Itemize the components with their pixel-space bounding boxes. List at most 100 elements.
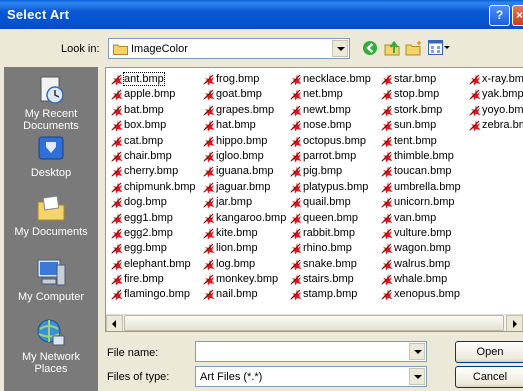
place-my-computer[interactable]: My Computer: [4, 257, 98, 307]
file-name: grapes.bmp: [216, 103, 275, 116]
paint-bitmap-icon: [289, 73, 302, 89]
paint-bitmap-icon: [202, 104, 215, 120]
paint-bitmap-icon: [468, 104, 481, 120]
folder-icon: [113, 43, 128, 58]
file-name: unicorn.bmp: [394, 196, 455, 209]
file-name: octopus.bmp: [303, 134, 366, 147]
file-name: tent.bmp: [394, 134, 437, 147]
file-name: sun.bmp: [394, 119, 437, 132]
file-name: zebra.bmp: [482, 119, 523, 132]
paint-bitmap-icon: [202, 119, 215, 135]
file-name: toucan.bmp: [394, 165, 452, 178]
paint-bitmap-icon: [110, 242, 123, 258]
paint-bitmap-icon: [380, 165, 393, 181]
file-name: jar.bmp: [216, 196, 253, 209]
cancel-button[interactable]: Cancel: [455, 366, 523, 388]
paint-bitmap-icon: [380, 150, 393, 166]
file-type-dropdown[interactable]: Art Files (*.*): [195, 366, 427, 387]
paint-bitmap-icon: [202, 242, 215, 258]
file-name: lion.bmp: [216, 242, 258, 255]
paint-bitmap-icon: [202, 227, 215, 243]
paint-bitmap-icon: [110, 135, 123, 151]
file-name: star.bmp: [394, 73, 437, 85]
views-dropdown-caret-icon[interactable]: [444, 46, 450, 49]
chevron-down-icon[interactable]: [409, 368, 425, 385]
paint-bitmap-icon: [380, 227, 393, 243]
place-label: My Network Places: [21, 351, 81, 375]
place-my-network-places[interactable]: My Network Places: [4, 317, 98, 387]
scrollbar-thumb[interactable]: [124, 315, 504, 331]
paint-bitmap-icon: [289, 181, 302, 197]
open-button[interactable]: Open: [455, 341, 523, 363]
file-name: wagon.bmp: [394, 242, 451, 255]
file-name: xenopus.bmp: [394, 288, 461, 301]
views-menu-icon[interactable]: [428, 40, 443, 58]
paint-bitmap-icon: [289, 119, 302, 135]
back-arrow-icon[interactable]: [362, 40, 378, 59]
file-name: stork.bmp: [394, 103, 443, 116]
file-name: ant.bmp: [123, 72, 165, 86]
place-desktop[interactable]: Desktop: [4, 133, 98, 183]
places-bar: My Recent Documents Desktop My Documents…: [4, 67, 98, 391]
file-name: yoyo.bmp: [482, 103, 523, 116]
file-name: elephant.bmp: [124, 257, 191, 270]
network-places-icon: [35, 317, 67, 349]
paint-bitmap-icon: [202, 150, 215, 166]
look-in-label: Look in:: [61, 43, 100, 55]
close-button[interactable]: ×: [512, 5, 523, 26]
place-recent-documents[interactable]: My Recent Documents: [4, 74, 98, 134]
chevron-down-icon[interactable]: [332, 40, 348, 57]
paint-bitmap-icon: [110, 104, 123, 120]
file-name: log.bmp: [216, 257, 256, 270]
paint-bitmap-icon: [468, 88, 481, 104]
paint-bitmap-icon: [110, 288, 123, 304]
file-name: stairs.bmp: [303, 273, 354, 286]
file-name: stop.bmp: [394, 88, 440, 101]
file-name: rabbit.bmp: [303, 226, 355, 239]
my-computer-icon: [35, 257, 67, 289]
file-name: monkey.bmp: [216, 273, 279, 286]
paint-bitmap-icon: [289, 150, 302, 166]
title-bar[interactable]: Select Art ? ×: [0, 0, 523, 29]
file-name: bat.bmp: [124, 103, 164, 116]
paint-bitmap-icon: [289, 258, 302, 274]
file-name: snake.bmp: [303, 257, 357, 270]
file-name: nose.bmp: [303, 119, 352, 132]
scroll-right-icon[interactable]: [506, 315, 523, 331]
place-my-documents[interactable]: My Documents: [4, 192, 98, 242]
file-name: fire.bmp: [124, 273, 164, 286]
horizontal-scrollbar[interactable]: [106, 314, 523, 331]
file-name: apple.bmp: [124, 88, 176, 101]
paint-bitmap-icon: [289, 196, 302, 212]
look-in-dropdown[interactable]: ImageColor: [108, 38, 350, 59]
file-name-field[interactable]: [195, 341, 427, 362]
paint-bitmap-icon: [202, 73, 215, 89]
file-name: net.bmp: [303, 88, 343, 101]
look-in-value: ImageColor: [131, 43, 188, 55]
file-name: chipmunk.bmp: [124, 180, 196, 193]
file-name: rhino.bmp: [303, 242, 352, 255]
chevron-down-icon[interactable]: [409, 343, 425, 360]
paint-bitmap-icon: [289, 165, 302, 181]
file-name: cherry.bmp: [124, 165, 179, 178]
scroll-left-icon[interactable]: [106, 315, 123, 331]
paint-bitmap-icon: [110, 258, 123, 274]
file-name: vulture.bmp: [394, 226, 452, 239]
file-name: egg1.bmp: [124, 211, 173, 224]
paint-bitmap-icon: [110, 150, 123, 166]
file-list[interactable]: ant.bmp apple.bmp bat.bmp box.bmp cat.bmp cha…: [105, 67, 523, 332]
file-name: stamp.bmp: [303, 288, 358, 301]
paint-bitmap-icon: [110, 227, 123, 243]
file-name: kangaroo.bmp: [216, 211, 287, 224]
up-folder-icon[interactable]: [384, 40, 402, 59]
place-label: My Computer: [17, 291, 85, 303]
paint-bitmap-icon: [468, 119, 481, 135]
file-name: van.bmp: [394, 211, 437, 224]
paint-bitmap-icon: [202, 181, 215, 197]
paint-bitmap-icon: [202, 258, 215, 274]
new-folder-icon[interactable]: [405, 40, 423, 59]
help-button[interactable]: ?: [489, 5, 510, 26]
paint-bitmap-icon: [289, 212, 302, 228]
paint-bitmap-icon: [380, 135, 393, 151]
file-name: platypus.bmp: [303, 180, 369, 193]
